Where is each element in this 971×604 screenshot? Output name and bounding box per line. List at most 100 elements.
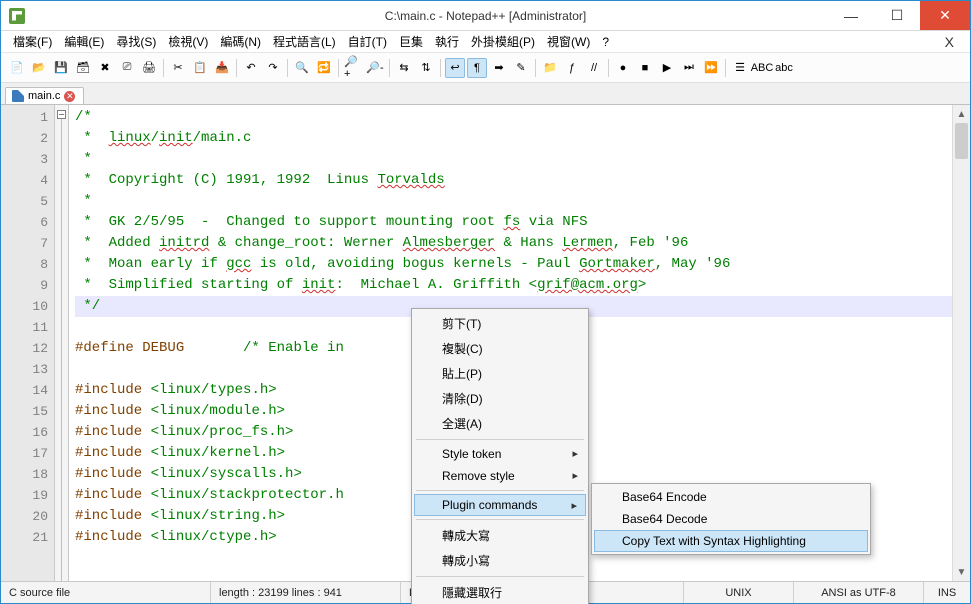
line-number: 20 — [1, 506, 48, 527]
toolbar-paste-icon[interactable]: 📥 — [212, 58, 232, 78]
toolbar-lang-icon[interactable]: ✎ — [511, 58, 531, 78]
toolbar-fn-icon[interactable]: ƒ — [562, 58, 582, 78]
code-line[interactable]: * Copyright (C) 1991, 1992 Linus Torvald… — [75, 170, 952, 191]
toolbar-toggle-icon[interactable]: ☰ — [730, 58, 750, 78]
line-number: 8 — [1, 254, 48, 275]
toolbar: 📄📂💾🗃✖⎚🖨 ✂📋📥 ↶↷ 🔍🔁 🔎+🔎- ⇆⇅ ↩¶➡✎ 📁ƒ// ●■▶⏭⏩ ☰ABCabc — [1, 53, 970, 83]
toolbar-open-icon[interactable]: 📂 — [29, 58, 49, 78]
ctx-item[interactable]: Plugin commands — [414, 494, 586, 516]
toolbar-replace-icon[interactable]: 🔁 — [314, 58, 334, 78]
code-line[interactable]: * linux/init/main.c — [75, 128, 952, 149]
code-line[interactable]: * — [75, 191, 952, 212]
status-eol: UNIX — [684, 582, 794, 603]
toolbar-spell1-icon[interactable]: ABC — [752, 58, 772, 78]
scroll-thumb[interactable] — [955, 123, 968, 159]
ctx-item[interactable]: 全選(A) — [414, 411, 586, 436]
line-number: 14 — [1, 380, 48, 401]
scroll-up-icon[interactable]: ▲ — [953, 105, 970, 123]
toolbar-redo-icon[interactable]: ↷ — [263, 58, 283, 78]
ctx-item[interactable]: 清除(D) — [414, 386, 586, 411]
toolbar-playn-icon[interactable]: ⏭ — [679, 58, 699, 78]
menu-5[interactable]: 程式語言(L) — [267, 31, 342, 52]
tab-label: main.c — [28, 90, 60, 102]
toolbar-stop-icon[interactable]: ■ — [635, 58, 655, 78]
close-window-button[interactable]: ✕ — [920, 1, 970, 30]
window-title: C:\main.c - Notepad++ [Administrator] — [1, 9, 970, 23]
fold-margin[interactable] — [55, 105, 69, 581]
menu-2[interactable]: 尋找(S) — [110, 31, 162, 52]
menu-6[interactable]: 自訂(T) — [342, 31, 393, 52]
line-number: 19 — [1, 485, 48, 506]
ctx-item[interactable]: 剪下(T) — [414, 311, 586, 336]
line-number: 7 — [1, 233, 48, 254]
line-number: 12 — [1, 338, 48, 359]
ctx-item[interactable]: Remove style — [414, 465, 586, 487]
toolbar-indent-icon[interactable]: ➡ — [489, 58, 509, 78]
plugin-commands-submenu[interactable]: Base64 EncodeBase64 DecodeCopy Text with… — [591, 483, 871, 555]
toolbar-folder-icon[interactable]: 📁 — [540, 58, 560, 78]
toolbar-fwd-icon[interactable]: ⏩ — [701, 58, 721, 78]
status-filetype: C source file — [1, 582, 211, 603]
toolbar-sync-icon[interactable]: ⇆ — [394, 58, 414, 78]
toolbar-spell2-icon[interactable]: abc — [774, 58, 794, 78]
menu-8[interactable]: 執行 — [429, 31, 465, 52]
tab-main-c[interactable]: main.c ✕ — [5, 87, 84, 104]
ctx-sub-item[interactable]: Base64 Decode — [594, 508, 868, 530]
toolbar-closeall-icon[interactable]: ⎚ — [117, 58, 137, 78]
ctx-item[interactable]: 複製(C) — [414, 336, 586, 361]
toolbar-saveall-icon[interactable]: 🗃 — [73, 58, 93, 78]
menu-4[interactable]: 編碼(N) — [214, 31, 267, 52]
menu-10[interactable]: 視窗(W) — [541, 31, 596, 52]
line-number: 11 — [1, 317, 48, 338]
minimize-button[interactable]: — — [828, 1, 874, 30]
ctx-item[interactable]: 貼上(P) — [414, 361, 586, 386]
toolbar-wrap-icon[interactable]: ↩ — [445, 58, 465, 78]
toolbar-copy-icon[interactable]: 📋 — [190, 58, 210, 78]
toolbar-find-icon[interactable]: 🔍 — [292, 58, 312, 78]
ctx-item[interactable]: Style token — [414, 443, 586, 465]
menu-0[interactable]: 檔案(F) — [7, 31, 58, 52]
toolbar-print-icon[interactable]: 🖨 — [139, 58, 159, 78]
toolbar-rec-icon[interactable]: ● — [613, 58, 633, 78]
toolbar-cut-icon[interactable]: ✂ — [168, 58, 188, 78]
menu-7[interactable]: 巨集 — [393, 31, 429, 52]
code-line[interactable]: * GK 2/5/95 - Changed to support mountin… — [75, 212, 952, 233]
toolbar-play-icon[interactable]: ▶ — [657, 58, 677, 78]
toolbar-save-icon[interactable]: 💾 — [51, 58, 71, 78]
toolbar-new-icon[interactable]: 📄 — [7, 58, 27, 78]
toolbar-zoomin-icon[interactable]: 🔎+ — [343, 58, 363, 78]
menu-11[interactable]: ? — [596, 33, 615, 51]
toolbar-cmt-icon[interactable]: // — [584, 58, 604, 78]
ctx-item[interactable]: 轉成小寫 — [414, 548, 586, 573]
menu-bar: 檔案(F)編輯(E)尋找(S)檢視(V)編碼(N)程式語言(L)自訂(T)巨集執… — [1, 31, 970, 53]
toolbar-close-icon[interactable]: ✖ — [95, 58, 115, 78]
ctx-item[interactable]: 隱藏選取行 — [414, 580, 586, 604]
ctx-sub-item[interactable]: Copy Text with Syntax Highlighting — [594, 530, 868, 552]
scroll-down-icon[interactable]: ▼ — [953, 563, 970, 581]
code-line[interactable]: * Moan early if gcc is old, avoiding bog… — [75, 254, 952, 275]
menu-3[interactable]: 檢視(V) — [162, 31, 214, 52]
code-line[interactable]: * Added initrd & change_root: Werner Alm… — [75, 233, 952, 254]
file-icon — [12, 90, 24, 102]
toolbar-sync2-icon[interactable]: ⇅ — [416, 58, 436, 78]
menu-9[interactable]: 外掛模組(P) — [465, 31, 541, 52]
line-number: 2 — [1, 128, 48, 149]
menu-1[interactable]: 編輯(E) — [58, 31, 110, 52]
tab-close-icon[interactable]: ✕ — [64, 91, 75, 102]
ctx-item[interactable]: 轉成大寫 — [414, 523, 586, 548]
context-menu[interactable]: 剪下(T)複製(C)貼上(P)清除(D)全選(A) Style tokenRemo… — [411, 308, 589, 604]
line-number: 18 — [1, 464, 48, 485]
code-line[interactable]: * Simplified starting of init: Michael A… — [75, 275, 952, 296]
toolbar-zoomout-icon[interactable]: 🔎- — [365, 58, 385, 78]
toolbar-allchars-icon[interactable]: ¶ — [467, 58, 487, 78]
menu-close-doc[interactable]: X — [935, 34, 964, 50]
code-line[interactable]: * — [75, 149, 952, 170]
maximize-button[interactable]: ☐ — [874, 1, 920, 30]
toolbar-undo-icon[interactable]: ↶ — [241, 58, 261, 78]
line-number: 3 — [1, 149, 48, 170]
line-number: 16 — [1, 422, 48, 443]
ctx-sub-item[interactable]: Base64 Encode — [594, 486, 868, 508]
code-line[interactable]: /* — [75, 107, 952, 128]
fold-toggle-icon[interactable] — [57, 110, 66, 119]
vertical-scrollbar[interactable]: ▲ ▼ — [952, 105, 970, 581]
